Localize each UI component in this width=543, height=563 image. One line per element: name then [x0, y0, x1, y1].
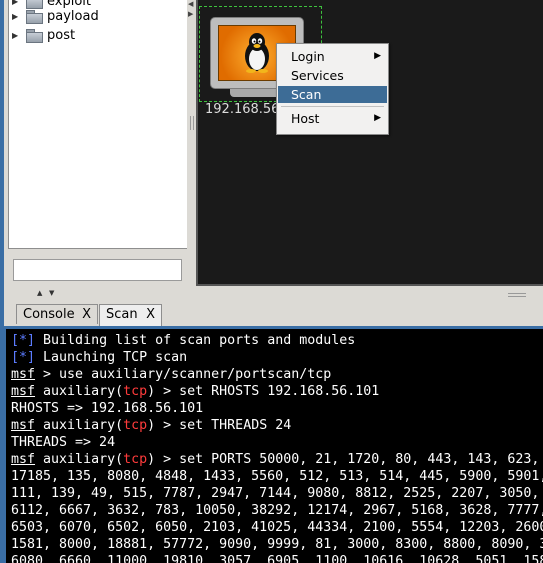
- line-text: > use auxiliary/scanner/portscan/tcp: [35, 367, 332, 382]
- collapse-left-icon[interactable]: ◀: [188, 0, 193, 8]
- console-output[interactable]: [*] Building list of scan ports and modu…: [4, 326, 543, 563]
- module-prefix: auxiliary(: [35, 384, 124, 399]
- menu-item-host[interactable]: Host ▶: [278, 110, 387, 127]
- line-text: ) > set THREADS 24: [147, 418, 292, 433]
- expand-right-icon[interactable]: ▶: [188, 10, 193, 18]
- console-line: RHOSTS => 192.168.56.101: [11, 400, 203, 417]
- prompt: msf: [11, 418, 36, 433]
- tab-close-button[interactable]: X: [146, 305, 155, 325]
- tab-label: Console: [23, 307, 75, 322]
- menu-item-label: Host: [291, 111, 320, 126]
- status-tag: [*]: [11, 350, 36, 365]
- menu-item-login[interactable]: Login ▶: [278, 48, 387, 65]
- tree-item-post[interactable]: ▶ post: [9, 26, 75, 45]
- tree-item-label: payload: [47, 9, 99, 24]
- submenu-arrow-icon: ▶: [374, 113, 381, 123]
- tab-label: Scan: [106, 307, 138, 322]
- console-line: THREADS => 24: [11, 434, 115, 451]
- folder-icon: [26, 10, 43, 24]
- menu-item-label: Login: [291, 49, 325, 64]
- line-text: Launching TCP scan: [35, 350, 188, 365]
- split-grip[interactable]: [508, 293, 526, 297]
- vertical-split-handle[interactable]: ◀ ▶: [187, 0, 196, 288]
- expand-arrow-icon[interactable]: ▶: [12, 0, 22, 6]
- menu-item-label: Services: [291, 68, 344, 83]
- console-line: [*] Launching TCP scan: [11, 349, 187, 366]
- console-line: 6112, 6667, 3632, 783, 10050, 38292, 121…: [11, 502, 543, 519]
- line-text: RHOSTS => 192.168.56.101: [11, 401, 204, 416]
- host-context-menu: Login ▶ Services Scan Host ▶: [276, 43, 389, 135]
- menu-item-services[interactable]: Services: [278, 67, 387, 84]
- horizontal-split-handle[interactable]: ▲ ▼: [4, 288, 543, 302]
- menu-separator: [281, 106, 384, 107]
- split-grip[interactable]: [190, 116, 194, 130]
- console-line: [*] Building list of scan ports and modu…: [11, 332, 355, 349]
- line-text: 17185, 135, 8080, 4848, 1433, 5560, 512,…: [11, 469, 543, 484]
- menu-item-label: Scan: [291, 87, 322, 102]
- console-line: 111, 139, 49, 515, 7787, 2947, 7144, 908…: [11, 485, 543, 502]
- line-text: ) > set RHOSTS 192.168.56.101: [147, 384, 380, 399]
- console-line: 6503, 6070, 6502, 6050, 2103, 41025, 443…: [11, 519, 543, 536]
- console-line: msf auxiliary(tcp) > set PORTS 50000, 21…: [11, 451, 543, 468]
- linux-penguin-icon: [245, 33, 269, 73]
- tab-close-button[interactable]: X: [82, 305, 91, 325]
- expand-down-icon[interactable]: ▼: [49, 289, 54, 297]
- tree-item-label: post: [47, 28, 76, 43]
- module-tree[interactable]: ▶ exploit ▶ payload ▶ post: [8, 0, 189, 249]
- tab-console[interactable]: Console X: [16, 304, 98, 324]
- console-line: msf auxiliary(tcp) > set RHOSTS 192.168.…: [11, 383, 379, 400]
- module-name: tcp: [123, 452, 148, 467]
- line-text: 6503, 6070, 6502, 6050, 2103, 41025, 443…: [11, 520, 543, 535]
- tab-scan[interactable]: Scan X: [99, 304, 162, 326]
- submenu-arrow-icon: ▶: [374, 51, 381, 61]
- status-tag: [*]: [11, 333, 36, 348]
- console-line: msf > use auxiliary/scanner/portscan/tcp: [11, 366, 331, 383]
- line-text: 6112, 6667, 3632, 783, 10050, 38292, 121…: [11, 503, 543, 518]
- line-text: Building list of scan ports and modules: [35, 333, 356, 348]
- line-text: ) > set PORTS 50000, 21, 1720, 80, 443, …: [147, 452, 540, 467]
- module-prefix: auxiliary(: [35, 452, 124, 467]
- console-line: 17185, 135, 8080, 4848, 1433, 5560, 512,…: [11, 468, 543, 485]
- expand-arrow-icon[interactable]: ▶: [12, 12, 22, 21]
- line-text: 1581, 8000, 18881, 57772, 9090, 9999, 81…: [11, 537, 543, 552]
- line-text: 111, 139, 49, 515, 7787, 2947, 7144, 908…: [11, 486, 540, 501]
- console-line: 6080, 6660, 11000, 19810, 3057, 6905, 11…: [11, 553, 543, 563]
- prompt: msf: [11, 452, 36, 467]
- tree-item-payload[interactable]: ▶ payload: [9, 7, 99, 26]
- module-search-input[interactable]: [13, 259, 182, 281]
- collapse-up-icon[interactable]: ▲: [37, 289, 42, 297]
- prompt: msf: [11, 367, 36, 382]
- module-name: tcp: [123, 384, 148, 399]
- line-text: 6080, 6660, 11000, 19810, 3057, 6905, 11…: [11, 554, 543, 563]
- expand-arrow-icon[interactable]: ▶: [12, 31, 22, 40]
- console-line: 1581, 8000, 18881, 57772, 9090, 9999, 81…: [11, 536, 543, 553]
- prompt: msf: [11, 384, 36, 399]
- module-browser-pane: ▶ exploit ▶ payload ▶ post: [4, 0, 189, 284]
- menu-item-scan[interactable]: Scan: [278, 86, 387, 103]
- console-line: msf auxiliary(tcp) > set THREADS 24: [11, 417, 291, 434]
- folder-icon: [26, 29, 43, 43]
- line-text: THREADS => 24: [11, 435, 116, 450]
- module-name: tcp: [123, 418, 148, 433]
- module-prefix: auxiliary(: [35, 418, 124, 433]
- tab-bar: Console X Scan X: [4, 302, 543, 326]
